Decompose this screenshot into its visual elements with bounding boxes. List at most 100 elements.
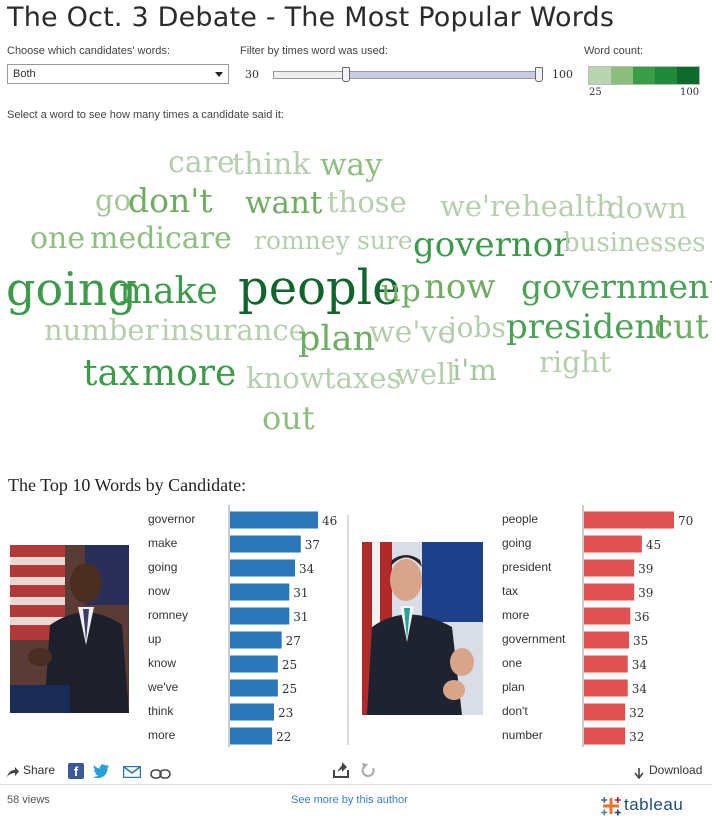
bar-value: 46 [322,514,337,528]
bar-value: 25 [282,658,297,672]
footer-divider [0,784,712,785]
cloud-word-going[interactable]: going [6,266,137,312]
bar [230,583,290,601]
twitter-icon[interactable] [93,764,111,779]
bar-label: make [148,536,178,550]
cloud-word-well[interactable]: well [395,360,456,389]
cloud-word-care[interactable]: care [168,148,235,178]
bar-value: 35 [633,634,648,648]
cloud-word-president[interactable]: president [506,310,670,344]
tableau-logo-text: tableau [624,795,684,814]
share-label[interactable]: Share [23,763,55,777]
download-label[interactable]: Download [649,763,702,777]
cloud-word-were[interactable]: we're [440,192,521,221]
bar-label: don't [502,704,528,718]
cloud-word-number[interactable]: number [44,316,158,345]
cloud-word-cut[interactable]: cut [654,310,709,344]
bar-label: think [148,704,174,718]
range-slider-min-handle[interactable] [341,67,350,82]
cloud-word-up[interactable]: up [381,276,421,307]
word-cloud-instruction: Select a word to see how many times a ca… [7,109,284,121]
cloud-word-make[interactable]: make [119,274,218,310]
cloud-word-tax[interactable]: tax [83,356,139,392]
bar-label: more [148,728,176,742]
cloud-word-know[interactable]: know [246,364,325,393]
cloud-word-governor[interactable]: governor [413,228,569,262]
range-slider-fill [345,72,541,78]
cloud-word-want[interactable]: want [245,188,322,219]
bar [230,607,290,625]
bar-label: romney [148,608,188,622]
top10-title: The Top 10 Words by Candidate: [8,475,247,495]
bar-label: government [502,632,566,646]
more-by-author-link[interactable]: See more by this author [291,794,408,806]
chevron-down-icon [215,72,223,77]
legend-label: Word count: [584,45,644,57]
email-icon[interactable] [122,765,142,779]
share-icon[interactable] [6,765,20,777]
link-icon[interactable] [150,766,172,779]
cloud-word-go[interactable]: go [95,186,131,215]
bar-label: plan [502,680,525,694]
bar-value: 70 [678,514,693,528]
legend-swatch-2 [611,67,633,84]
bar [584,703,626,721]
range-max-value: 100 [552,68,573,81]
cloud-word-out[interactable]: out [262,402,315,434]
legend-swatch-5 [677,67,699,84]
times-filter-label: Filter by times word was used: [240,45,388,57]
cloud-word-now[interactable]: now [424,270,495,304]
cloud-word-weve[interactable]: we've [369,318,455,348]
bar [230,559,296,577]
cloud-word-think[interactable]: think [232,150,310,180]
cloud-word-jobs[interactable]: jobs [448,314,506,342]
cloud-word-right[interactable]: right [539,348,611,377]
bar [584,655,628,673]
cloud-word-those[interactable]: those [327,188,407,217]
bar-value: 34 [632,658,648,672]
cloud-word-one[interactable]: one [30,224,85,254]
bar-label: going [148,560,177,574]
bar [584,679,628,697]
cloud-word-plan[interactable]: plan [298,322,375,357]
bar-value: 36 [634,610,649,624]
bar-value: 25 [282,682,297,696]
legend-swatch-4 [655,67,677,84]
cloud-word-way[interactable]: way [320,150,383,181]
cloud-word-dont[interactable]: don't [128,184,213,217]
bar-label: one [502,656,522,670]
cloud-word-romney[interactable]: romney [254,228,350,253]
bar [230,535,301,553]
cloud-word-taxes[interactable]: taxes [324,364,401,393]
bar-value: 22 [276,730,291,744]
legend-max-value: 100 [680,87,700,98]
candidate-select[interactable]: Both [7,64,229,84]
bar-label: number [502,728,543,742]
bar-value: 39 [638,586,653,600]
bar-label: people [502,512,538,526]
cloud-word-im[interactable]: i'm [452,356,497,385]
cloud-word-people[interactable]: people [238,264,401,312]
download-icon[interactable] [634,766,644,780]
cloud-word-down[interactable]: down [607,194,687,223]
cloud-word-insurance[interactable]: insurance [161,316,306,345]
cloud-word-health[interactable]: health [522,192,615,221]
bar [584,559,635,577]
bar-label: tax [502,584,518,598]
bar [230,511,318,529]
range-min-value: 30 [245,68,259,81]
bar-label: governor [148,512,195,526]
revert-icon[interactable] [361,762,376,778]
cloud-word-government[interactable]: government [521,270,712,303]
cloud-word-more[interactable]: more [142,356,236,392]
cloud-word-medicare[interactable]: medicare [90,224,232,254]
facebook-icon[interactable]: f [68,763,84,779]
tableau-logo-icon[interactable] [600,795,622,817]
bar-value: 37 [305,538,320,552]
cloud-word-businesses[interactable]: businesses [563,230,706,256]
bar [230,679,278,697]
cloud-word-sure[interactable]: sure [357,228,413,253]
export-icon[interactable] [333,762,349,778]
bar-label: up [148,632,162,646]
range-slider-max-handle[interactable] [535,67,543,82]
